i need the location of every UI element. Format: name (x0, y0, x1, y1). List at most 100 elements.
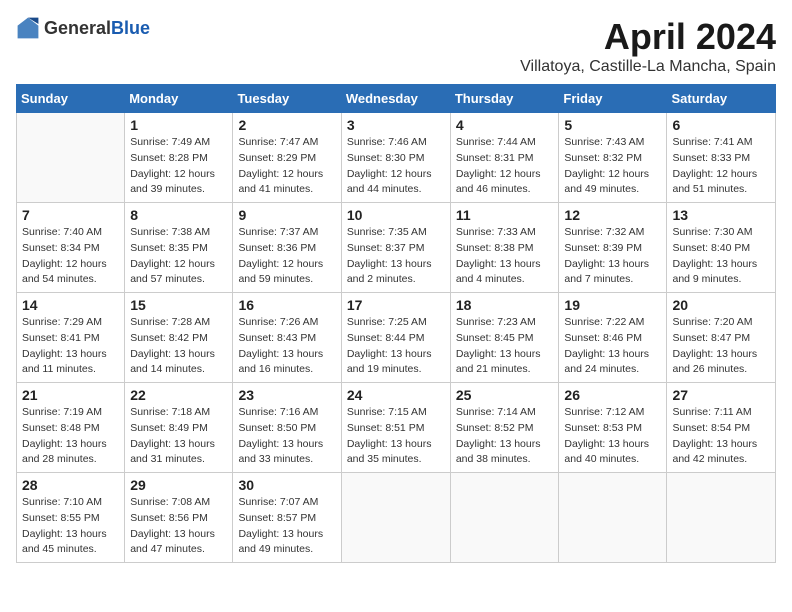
logo: GeneralBlue (16, 16, 150, 40)
calendar-cell: 18Sunrise: 7:23 AMSunset: 8:45 PMDayligh… (450, 293, 559, 383)
day-number: 18 (456, 297, 554, 313)
weekday-header-sunday: Sunday (17, 85, 125, 113)
location-title: Villatoya, Castille-La Mancha, Spain (520, 58, 776, 76)
day-info: Sunrise: 7:35 AMSunset: 8:37 PMDaylight:… (347, 225, 445, 288)
calendar-cell: 28 Sunrise: 7:10 AMSunset: 8:55 PMDayligh… (17, 473, 125, 563)
calendar-cell: 9 Sunrise: 7:37 AMSunset: 8:36 PMDaylight… (233, 203, 341, 293)
weekday-header-row: SundayMondayTuesdayWednesdayThursdayFrid… (17, 85, 776, 113)
day-info: Sunrise: 7:46 AMSunset: 8:30 PMDaylight:… (347, 135, 445, 198)
day-number: 13 (672, 207, 770, 223)
calendar-cell: 3 Sunrise: 7:46 AMSunset: 8:30 PMDaylight… (341, 113, 450, 203)
calendar-cell (17, 113, 125, 203)
day-info: Sunrise: 7:44 AMSunset: 8:31 PMDaylight:… (456, 135, 554, 198)
calendar-cell (450, 473, 559, 563)
day-info: Sunrise: 7:26 AMSunset: 8:43 PMDaylight:… (238, 315, 335, 378)
calendar-cell: 20 Sunrise: 7:20 AMSunset: 8:47 PMDayligh… (667, 293, 776, 383)
day-number: 20 (672, 297, 770, 313)
weekday-header-wednesday: Wednesday (341, 85, 450, 113)
day-info: Sunrise: 7:20 AMSunset: 8:47 PMDaylight:… (672, 315, 770, 378)
calendar-week-row: 14 Sunrise: 7:29 AMSunset: 8:41 PMDayligh… (17, 293, 776, 383)
day-info: Sunrise: 7:18 AMSunset: 8:49 PMDaylight:… (130, 405, 227, 468)
calendar-cell: 19 Sunrise: 7:22 AMSunset: 8:46 PMDayligh… (559, 293, 667, 383)
day-number: 23 (238, 387, 335, 403)
calendar-week-row: 7 Sunrise: 7:40 AMSunset: 8:34 PMDaylight… (17, 203, 776, 293)
day-number: 24 (347, 387, 445, 403)
calendar-cell: 23Sunrise: 7:16 AMSunset: 8:50 PMDayligh… (233, 383, 341, 473)
day-number: 30 (238, 477, 335, 493)
calendar-week-row: 1 Sunrise: 7:49 AMSunset: 8:28 PMDaylight… (17, 113, 776, 203)
month-title: April 2024 (520, 16, 776, 58)
weekday-header-monday: Monday (125, 85, 233, 113)
day-info: Sunrise: 7:41 AMSunset: 8:33 PMDaylight:… (672, 135, 770, 198)
day-info: Sunrise: 7:47 AMSunset: 8:29 PMDaylight:… (238, 135, 335, 198)
day-info: Sunrise: 7:38 AMSunset: 8:35 PMDaylight:… (130, 225, 227, 288)
day-info: Sunrise: 7:22 AMSunset: 8:46 PMDaylight:… (564, 315, 661, 378)
day-number: 4 (456, 117, 554, 133)
day-number: 3 (347, 117, 445, 133)
calendar-cell: 13 Sunrise: 7:30 AMSunset: 8:40 PMDayligh… (667, 203, 776, 293)
calendar-cell: 29Sunrise: 7:08 AMSunset: 8:56 PMDayligh… (125, 473, 233, 563)
day-info: Sunrise: 7:33 AMSunset: 8:38 PMDaylight:… (456, 225, 554, 288)
calendar-cell: 2 Sunrise: 7:47 AMSunset: 8:29 PMDaylight… (233, 113, 341, 203)
day-number: 8 (130, 207, 227, 223)
day-info: Sunrise: 7:12 AMSunset: 8:53 PMDaylight:… (564, 405, 661, 468)
day-number: 17 (347, 297, 445, 313)
calendar-cell: 12Sunrise: 7:32 AMSunset: 8:39 PMDayligh… (559, 203, 667, 293)
title-area: April 2024 Villatoya, Castille-La Mancha… (520, 16, 776, 76)
day-info: Sunrise: 7:11 AMSunset: 8:54 PMDaylight:… (672, 405, 770, 468)
day-info: Sunrise: 7:28 AMSunset: 8:42 PMDaylight:… (130, 315, 227, 378)
calendar-cell: 25 Sunrise: 7:14 AMSunset: 8:52 PMDayligh… (450, 383, 559, 473)
day-info: Sunrise: 7:40 AMSunset: 8:34 PMDaylight:… (22, 225, 119, 288)
day-number: 10 (347, 207, 445, 223)
day-number: 26 (564, 387, 661, 403)
calendar-cell: 14 Sunrise: 7:29 AMSunset: 8:41 PMDayligh… (17, 293, 125, 383)
day-info: Sunrise: 7:43 AMSunset: 8:32 PMDaylight:… (564, 135, 661, 198)
logo-icon (16, 16, 40, 40)
day-number: 5 (564, 117, 661, 133)
calendar-cell (667, 473, 776, 563)
calendar-cell: 7 Sunrise: 7:40 AMSunset: 8:34 PMDaylight… (17, 203, 125, 293)
weekday-header-saturday: Saturday (667, 85, 776, 113)
day-number: 25 (456, 387, 554, 403)
calendar-cell: 17 Sunrise: 7:25 AMSunset: 8:44 PMDayligh… (341, 293, 450, 383)
calendar-week-row: 28 Sunrise: 7:10 AMSunset: 8:55 PMDayligh… (17, 473, 776, 563)
day-info: Sunrise: 7:15 AMSunset: 8:51 PMDaylight:… (347, 405, 445, 468)
day-number: 14 (22, 297, 119, 313)
calendar-cell: 1 Sunrise: 7:49 AMSunset: 8:28 PMDaylight… (125, 113, 233, 203)
day-info: Sunrise: 7:08 AMSunset: 8:56 PMDaylight:… (130, 495, 227, 558)
calendar-cell: 11Sunrise: 7:33 AMSunset: 8:38 PMDayligh… (450, 203, 559, 293)
weekday-header-tuesday: Tuesday (233, 85, 341, 113)
day-info: Sunrise: 7:10 AMSunset: 8:55 PMDaylight:… (22, 495, 119, 558)
calendar-cell: 10 Sunrise: 7:35 AMSunset: 8:37 PMDayligh… (341, 203, 450, 293)
calendar-cell: 8 Sunrise: 7:38 AMSunset: 8:35 PMDaylight… (125, 203, 233, 293)
header: GeneralBlue April 2024 Villatoya, Castil… (16, 16, 776, 76)
calendar-cell: 22 Sunrise: 7:18 AMSunset: 8:49 PMDayligh… (125, 383, 233, 473)
day-info: Sunrise: 7:37 AMSunset: 8:36 PMDaylight:… (238, 225, 335, 288)
day-info: Sunrise: 7:30 AMSunset: 8:40 PMDaylight:… (672, 225, 770, 288)
weekday-header-friday: Friday (559, 85, 667, 113)
calendar-cell: 6 Sunrise: 7:41 AMSunset: 8:33 PMDaylight… (667, 113, 776, 203)
calendar-cell (559, 473, 667, 563)
calendar-cell: 16Sunrise: 7:26 AMSunset: 8:43 PMDayligh… (233, 293, 341, 383)
day-info: Sunrise: 7:14 AMSunset: 8:52 PMDaylight:… (456, 405, 554, 468)
day-number: 19 (564, 297, 661, 313)
logo-general: General (44, 18, 111, 38)
calendar-cell: 24 Sunrise: 7:15 AMSunset: 8:51 PMDayligh… (341, 383, 450, 473)
logo-blue: Blue (111, 18, 150, 38)
weekday-header-thursday: Thursday (450, 85, 559, 113)
day-number: 22 (130, 387, 227, 403)
calendar-week-row: 21Sunrise: 7:19 AMSunset: 8:48 PMDayligh… (17, 383, 776, 473)
day-number: 2 (238, 117, 335, 133)
day-number: 27 (672, 387, 770, 403)
day-number: 7 (22, 207, 119, 223)
day-info: Sunrise: 7:49 AMSunset: 8:28 PMDaylight:… (130, 135, 227, 198)
calendar-cell: 27 Sunrise: 7:11 AMSunset: 8:54 PMDayligh… (667, 383, 776, 473)
day-number: 6 (672, 117, 770, 133)
day-info: Sunrise: 7:29 AMSunset: 8:41 PMDaylight:… (22, 315, 119, 378)
day-number: 1 (130, 117, 227, 133)
day-info: Sunrise: 7:25 AMSunset: 8:44 PMDaylight:… (347, 315, 445, 378)
calendar-cell: 30 Sunrise: 7:07 AMSunset: 8:57 PMDayligh… (233, 473, 341, 563)
day-number: 28 (22, 477, 119, 493)
day-number: 9 (238, 207, 335, 223)
day-info: Sunrise: 7:07 AMSunset: 8:57 PMDaylight:… (238, 495, 335, 558)
